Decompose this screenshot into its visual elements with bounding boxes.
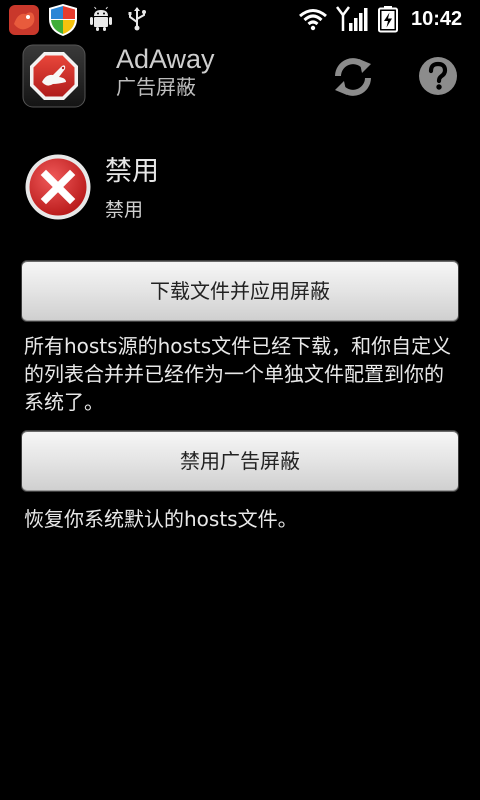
help-icon[interactable] bbox=[416, 54, 460, 98]
wifi-icon bbox=[299, 9, 327, 31]
refresh-icon[interactable] bbox=[330, 54, 376, 100]
action-bar: AdAway 广告屏蔽 bbox=[0, 38, 480, 110]
app-subtitle: 广告屏蔽 bbox=[116, 75, 196, 99]
clock-time: 10:42 bbox=[411, 8, 463, 30]
status-title: 禁用 bbox=[105, 156, 159, 187]
adaway-logo-icon bbox=[22, 44, 86, 108]
notification-app-icon bbox=[9, 5, 39, 35]
app-title: AdAway bbox=[116, 44, 215, 74]
status-subtitle: 禁用 bbox=[105, 199, 144, 221]
download-and-apply-button[interactable]: 下载文件并应用屏蔽 bbox=[21, 260, 459, 322]
status-bar: 10:42 bbox=[0, 0, 480, 38]
disable-adblock-button[interactable]: 禁用广告屏蔽 bbox=[21, 430, 459, 492]
disable-description: 恢复你系统默认的hosts文件。 bbox=[24, 507, 298, 531]
shield-app-icon bbox=[49, 4, 77, 36]
download-description: 所有hosts源的hosts文件已经下载，和你自定义的列表合并并已经作为一个单独… bbox=[24, 334, 452, 414]
signal-icon bbox=[336, 6, 368, 31]
battery-charging-icon bbox=[378, 6, 398, 33]
disabled-x-icon bbox=[25, 154, 91, 220]
android-icon bbox=[90, 6, 112, 31]
usb-icon bbox=[128, 7, 146, 31]
